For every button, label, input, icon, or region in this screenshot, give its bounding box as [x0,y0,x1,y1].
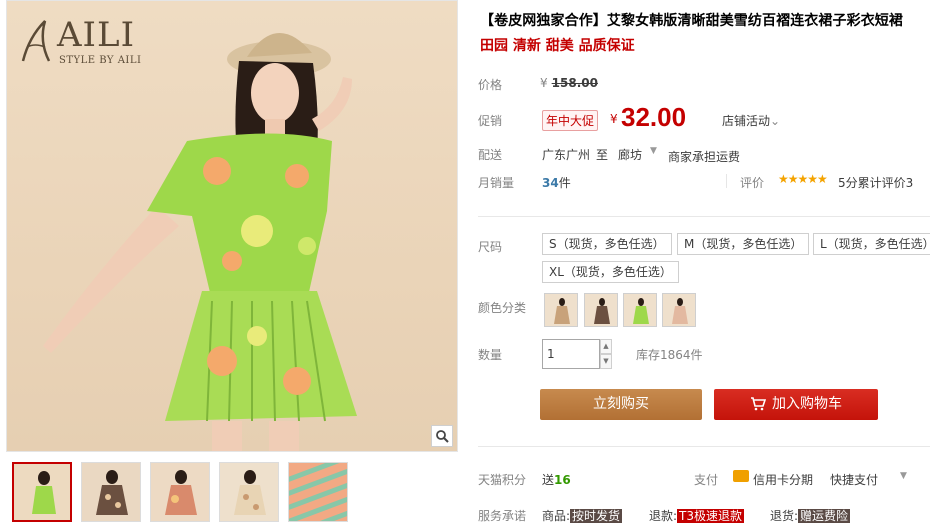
cart-icon [751,397,766,411]
points-value: 送16 [542,471,571,488]
points-number: 16 [554,473,571,487]
magnifier-icon [436,430,449,443]
thumbnail-4[interactable] [219,462,279,522]
product-subtitle: 田园 清新 甜美 品质保证 [480,38,635,54]
stock-count: 库存1864件 [636,348,703,362]
service-item-shipping[interactable]: 商品: 按时发货 [542,507,623,524]
add-to-cart-label: 加入购物车 [772,396,842,412]
quantity-increase-button[interactable]: ▲ [600,339,612,354]
thumbnail-strip [12,462,348,524]
shop-activity-dropdown[interactable]: 店铺活动⌄ [722,112,780,129]
star-rating-icon: ★★★★★ [778,172,828,186]
quick-pay-dropdown[interactable]: 快捷支付 [830,471,878,488]
divider [478,446,930,447]
thumbnail-image [14,464,70,520]
service-prefix: 退货: [770,509,799,523]
sales-count: 34 [542,176,559,190]
buy-now-button[interactable]: 立刻购买 [540,389,702,420]
shipping-fee: 商家承担运费 [668,150,741,164]
ship-from: 广东广州 [542,148,591,162]
thumbnail-1[interactable] [12,462,72,522]
monthly-sales-label: 月销量 [478,176,515,190]
service-item-return[interactable]: 退货: 赠运费险 [770,507,851,524]
color-option-2[interactable] [584,293,618,327]
shipping-label: 配送 [478,148,503,162]
service-tag: 按时发货 [570,509,623,523]
thumbnail-2[interactable] [81,462,141,522]
promo-tag: 年中大促 [542,110,599,131]
ship-city-select[interactable]: 廊坊 [618,146,642,163]
shop-activity-label: 店铺活动 [722,114,771,128]
points-prefix: 送 [542,473,555,487]
caret-down-icon: ▼ [650,146,657,156]
color-option-1[interactable] [544,293,578,327]
service-tag: T3极速退款 [677,509,745,523]
service-prefix: 商品: [542,509,571,523]
zoom-button[interactable] [431,425,453,447]
size-option-l[interactable]: L（现货，多色任选） [813,233,930,255]
divider [478,216,930,217]
add-to-cart-button[interactable]: 加入购物车 [714,389,878,420]
quantity-label: 数量 [478,348,503,362]
brand-name: AILI [57,15,135,55]
credit-card-icon [733,470,749,482]
ship-to-text: 至 [596,148,609,162]
rating-label: 评价 [740,176,765,190]
color-option-3[interactable] [623,293,657,327]
color-swatch-image [585,294,617,326]
sales-unit: 件 [558,176,571,190]
chevron-down-icon: ⌄ [770,114,781,128]
color-swatch-image [663,294,695,326]
thumbnail-image [289,463,347,521]
main-product-image[interactable]: AILI STYLE BY AILI [6,0,458,452]
promo-label: 促销 [478,114,503,128]
size-option-s[interactable]: S（现货，多色任选） [542,233,672,255]
color-label: 颜色分类 [478,301,527,315]
brand-mark-icon [21,20,51,62]
rating-summary-link[interactable]: 5分累计评价3 [838,174,913,191]
promo-price: 32.00 [621,102,687,132]
promo-currency: ¥ [610,112,618,126]
service-label: 服务承诺 [478,509,527,523]
thumbnail-3[interactable] [150,462,210,522]
price-label: 价格 [478,78,503,92]
service-tag: 赠运费险 [798,509,851,523]
thumbnail-5[interactable] [288,462,348,522]
thumbnail-image [220,463,278,521]
size-option-xl[interactable]: XL（现货，多色任选） [542,261,679,283]
brand-logo: AILI STYLE BY AILI [19,15,149,73]
payment-label: 支付 [694,473,719,487]
original-price-value: 158.00 [551,76,598,90]
color-swatch-image [624,294,656,326]
currency-symbol: ¥ [540,76,548,90]
credit-installment-link[interactable]: 信用卡分期 [753,471,813,488]
price-box: 价格 ¥158.00 促销 年中大促 ¥ 32.00 店铺活动⌄ 配送 广东广州… [472,62,930,204]
brand-tagline: STYLE BY AILI [59,55,142,66]
original-price: ¥158.00 [540,76,598,90]
size-option-m[interactable]: M（现货，多色任选） [677,233,810,255]
color-option-4[interactable] [662,293,696,327]
divider [726,174,727,188]
monthly-sales: 34件 [542,174,571,191]
thumbnail-image [82,463,140,521]
points-label: 天猫积分 [478,473,527,487]
service-item-refund[interactable]: 退款: T3极速退款 [649,507,745,524]
product-info-panel: 【卷皮网独家合作】艾黎女韩版清晰甜美雪纺百褶连衣裙子彩衣短裙 田园 清新 甜美 … [472,0,930,528]
product-gallery: AILI STYLE BY AILI [0,0,462,528]
caret-down-icon[interactable]: ▼ [900,471,907,481]
quantity-decrease-button[interactable]: ▼ [600,354,612,369]
size-label: 尺码 [478,240,503,254]
color-swatch-image [545,294,577,326]
product-title: 【卷皮网独家合作】艾黎女韩版清晰甜美雪纺百褶连衣裙子彩衣短裙 [480,13,903,29]
service-prefix: 退款: [649,509,678,523]
quantity-input[interactable]: 1 [542,339,600,369]
thumbnail-image [151,463,209,521]
